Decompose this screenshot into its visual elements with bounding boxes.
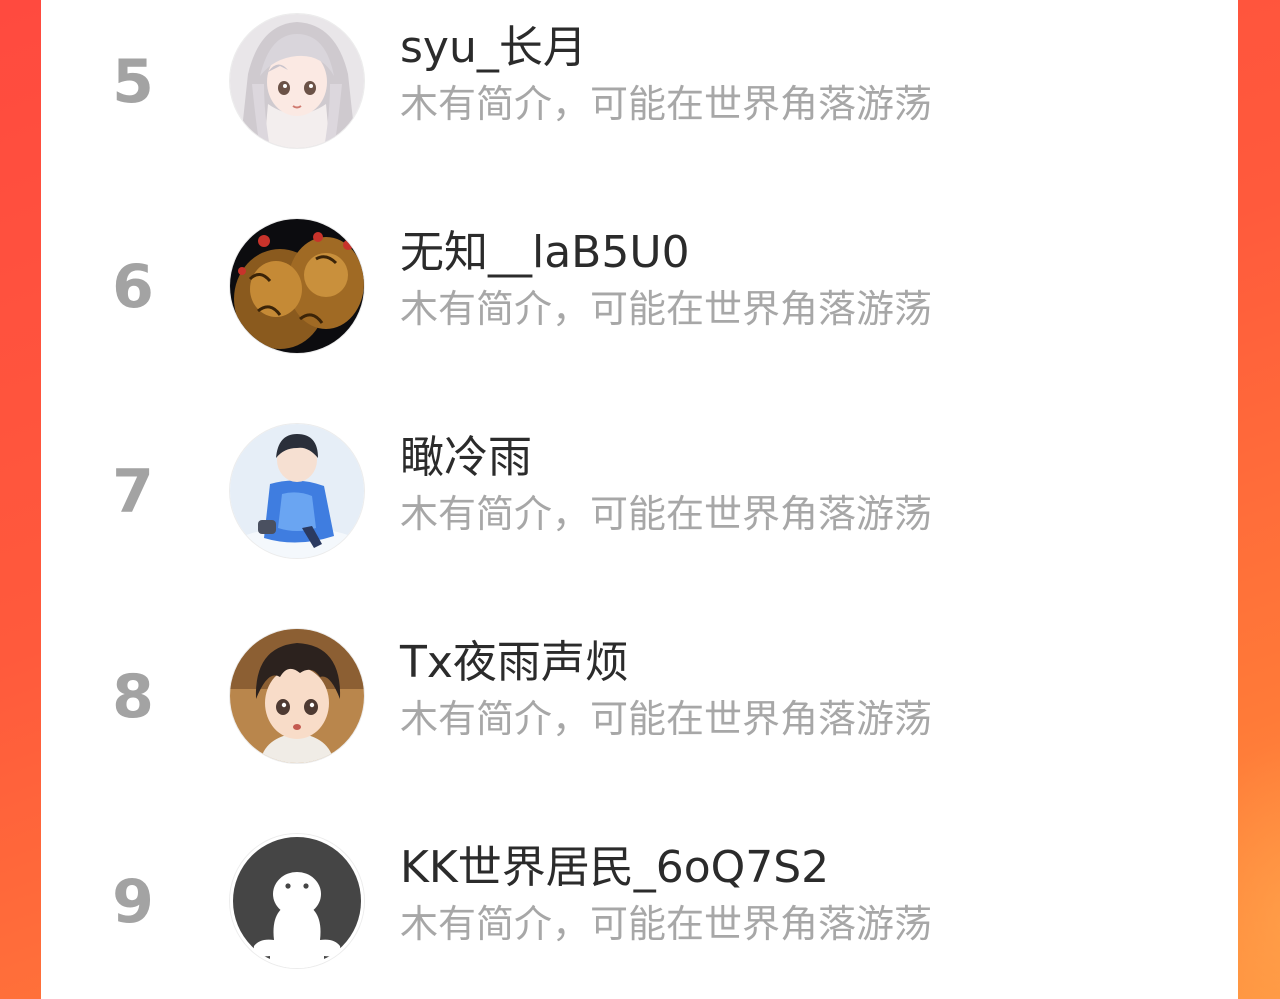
avatar[interactable] — [230, 834, 364, 968]
user-bio: 木有简介，可能在世界角落游荡 — [400, 492, 933, 536]
user-name[interactable]: 瞰冷雨 — [400, 430, 532, 486]
ranking-list: 5 syu_长月 木有简介，可能在世界角落游荡 6 无知__laB5U0 木有简… — [41, 0, 1238, 999]
rank-number: 8 — [112, 662, 154, 732]
ranking-row[interactable]: 8 Tx夜雨声烦 木有简介，可能在世界角落游荡 — [41, 615, 1238, 775]
anime-girl-silver-hair-avatar-icon — [230, 14, 364, 148]
user-bio: 木有简介，可能在世界角落游荡 — [400, 287, 933, 331]
user-name[interactable]: KK世界居民_6oQ7S2 — [400, 840, 829, 896]
ranking-row[interactable]: 9 KK世界居民_6oQ7S2 木有简介，可能在世界角落游荡 — [41, 820, 1238, 980]
rank-number: 5 — [112, 47, 154, 117]
ranking-row[interactable]: 5 syu_长月 木有简介，可能在世界角落游荡 — [41, 0, 1238, 160]
rank-number: 7 — [112, 457, 154, 527]
golden-lion-dance-avatar-icon — [230, 219, 364, 353]
boy-blue-coat-snow-avatar-icon — [230, 424, 364, 558]
avatar[interactable] — [230, 424, 364, 558]
user-bio: 木有简介，可能在世界角落游荡 — [400, 697, 933, 741]
avatar[interactable] — [230, 219, 364, 353]
ranking-row[interactable]: 7 瞰冷雨 木有简介，可能在世界角落游荡 — [41, 410, 1238, 570]
avatar[interactable] — [230, 629, 364, 763]
avatar[interactable] — [230, 14, 364, 148]
user-name[interactable]: Tx夜雨声烦 — [400, 635, 629, 691]
ranking-row[interactable]: 6 无知__laB5U0 木有简介，可能在世界角落游荡 — [41, 205, 1238, 365]
anime-boy-dark-hair-avatar-icon — [230, 629, 364, 763]
user-name[interactable]: syu_长月 — [400, 20, 587, 76]
rank-number: 6 — [112, 252, 154, 322]
user-bio: 木有简介，可能在世界角落游荡 — [400, 82, 933, 126]
default-ghost-avatar-icon — [230, 834, 364, 968]
user-name[interactable]: 无知__laB5U0 — [400, 225, 690, 281]
user-bio: 木有简介，可能在世界角落游荡 — [400, 902, 933, 946]
rank-number: 9 — [112, 867, 154, 937]
